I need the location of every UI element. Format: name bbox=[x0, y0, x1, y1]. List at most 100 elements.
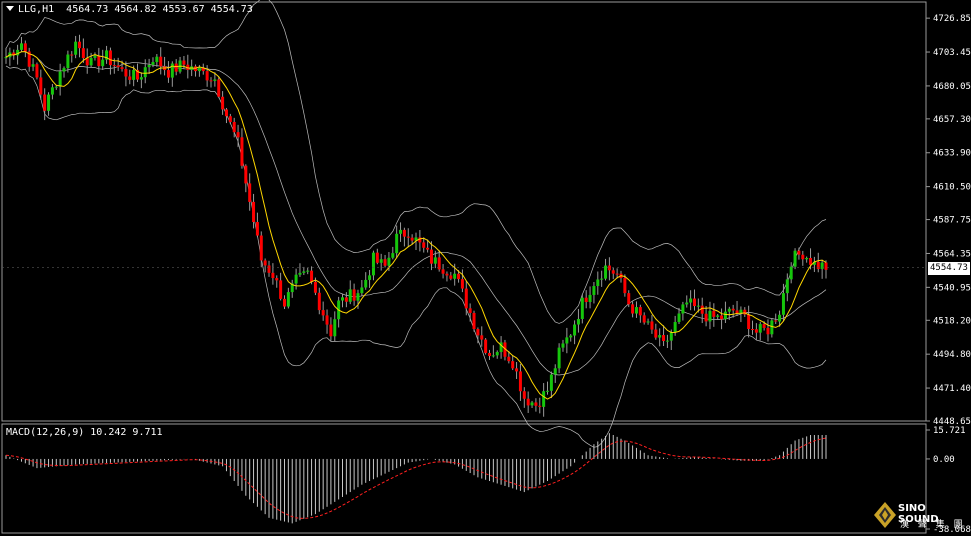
candle-bear bbox=[410, 237, 414, 241]
candle-bear bbox=[457, 273, 461, 280]
candle-bear bbox=[766, 327, 770, 335]
current-price-tag: 4554.73 bbox=[928, 262, 970, 275]
candle-bear bbox=[344, 297, 348, 302]
candle-bear bbox=[267, 265, 271, 273]
candle-bull bbox=[47, 94, 51, 111]
price-tick-label: 4540.95 bbox=[933, 283, 971, 293]
candle-bear bbox=[85, 58, 89, 66]
candle-bull bbox=[665, 340, 669, 342]
candle-bear bbox=[120, 67, 124, 70]
candle-bull bbox=[333, 319, 337, 337]
price-tick-label: 4657.30 bbox=[933, 115, 971, 125]
candle-bear bbox=[182, 60, 186, 65]
candle-bear bbox=[460, 279, 464, 289]
candle-bear bbox=[325, 315, 329, 325]
candle-bull bbox=[379, 259, 383, 263]
moving-average-line bbox=[5, 51, 827, 400]
candle-bull bbox=[143, 67, 147, 78]
candle-bear bbox=[205, 71, 209, 81]
price-tick-label: 4726.85 bbox=[933, 14, 971, 24]
candle-bull bbox=[74, 41, 78, 55]
candle-bear bbox=[112, 65, 116, 67]
candle-bear bbox=[662, 335, 666, 342]
candle-bull bbox=[54, 86, 58, 88]
candle-bull bbox=[549, 374, 553, 391]
candle-bear bbox=[209, 80, 213, 82]
candle-bear bbox=[511, 361, 515, 369]
candle-bear bbox=[476, 328, 480, 336]
candle-bear bbox=[468, 308, 472, 313]
candle-bull bbox=[530, 402, 534, 406]
macd-signal-line bbox=[5, 437, 827, 519]
candle-bear bbox=[263, 260, 267, 266]
candle-bear bbox=[584, 297, 588, 302]
candle-bull bbox=[399, 229, 403, 234]
candle-bear bbox=[221, 96, 225, 110]
candle-bull bbox=[576, 318, 580, 325]
candle-bull bbox=[391, 253, 395, 258]
bollinger-middle-line bbox=[5, 51, 827, 376]
chart-canvas[interactable]: 4726.85 4703.45 4680.05 4657.30 4633.90 4610.… bbox=[0, 0, 971, 536]
candle-bear bbox=[70, 54, 74, 56]
candle-bear bbox=[248, 183, 252, 202]
candle-bull bbox=[723, 311, 727, 320]
candle-bull bbox=[781, 293, 785, 315]
candle-bear bbox=[259, 235, 263, 261]
candle-bear bbox=[627, 293, 631, 305]
candle-bear bbox=[638, 307, 642, 316]
candle-bear bbox=[611, 270, 615, 274]
candle-bull bbox=[634, 307, 638, 314]
candle-bull bbox=[4, 57, 8, 59]
candle-bear bbox=[615, 273, 619, 275]
candle-bull bbox=[820, 262, 824, 269]
candle-bull bbox=[677, 313, 681, 322]
candle-bull bbox=[364, 279, 368, 288]
candle-bull bbox=[727, 308, 731, 312]
candle-bull bbox=[546, 390, 550, 392]
candle-bull bbox=[348, 289, 352, 302]
candle-bear bbox=[228, 116, 232, 122]
price-tick-label: 4703.45 bbox=[933, 48, 971, 58]
candle-bull bbox=[302, 271, 306, 273]
candle-bear bbox=[445, 273, 449, 276]
price-tick-label: 4518.20 bbox=[933, 316, 971, 326]
candle-bull bbox=[708, 310, 712, 322]
candle-bear bbox=[77, 41, 81, 49]
candle-bear bbox=[116, 65, 120, 68]
dropdown-arrow-icon[interactable] bbox=[6, 6, 14, 11]
candle-bear bbox=[522, 391, 526, 399]
candle-bull bbox=[758, 324, 762, 333]
candle-bear bbox=[81, 48, 85, 59]
candle-bear bbox=[507, 356, 511, 362]
candle-bull bbox=[646, 321, 650, 323]
candle-bear bbox=[809, 257, 813, 265]
candle-bear bbox=[518, 371, 522, 392]
candle-bear bbox=[487, 352, 491, 356]
candle-bear bbox=[128, 76, 132, 80]
candle-bull bbox=[689, 298, 693, 303]
candle-bull bbox=[453, 273, 457, 279]
macd-panel-frame bbox=[1, 423, 927, 534]
candle-bull bbox=[669, 332, 673, 341]
candle-bear bbox=[224, 109, 228, 117]
price-tick-label: 4587.75 bbox=[933, 216, 971, 226]
candle-bull bbox=[286, 292, 290, 307]
candle-bull bbox=[565, 337, 569, 344]
candle-bull bbox=[580, 297, 584, 319]
candle-bull bbox=[19, 43, 23, 50]
candle-bear bbox=[375, 252, 379, 263]
candle-bull bbox=[542, 391, 546, 407]
candle-bear bbox=[801, 254, 805, 260]
candle-bear bbox=[797, 250, 801, 255]
candle-bull bbox=[197, 67, 201, 72]
candle-bull bbox=[778, 314, 782, 322]
candle-bull bbox=[596, 279, 600, 287]
candle-bear bbox=[321, 310, 325, 316]
candle-bull bbox=[495, 352, 499, 356]
candle-bear bbox=[317, 292, 321, 311]
symbol-label: LLG,H1 bbox=[18, 4, 55, 15]
candle-bear bbox=[816, 261, 820, 269]
candle-bear bbox=[774, 320, 778, 322]
candle-bear bbox=[166, 70, 170, 78]
candle-bull bbox=[716, 315, 720, 317]
